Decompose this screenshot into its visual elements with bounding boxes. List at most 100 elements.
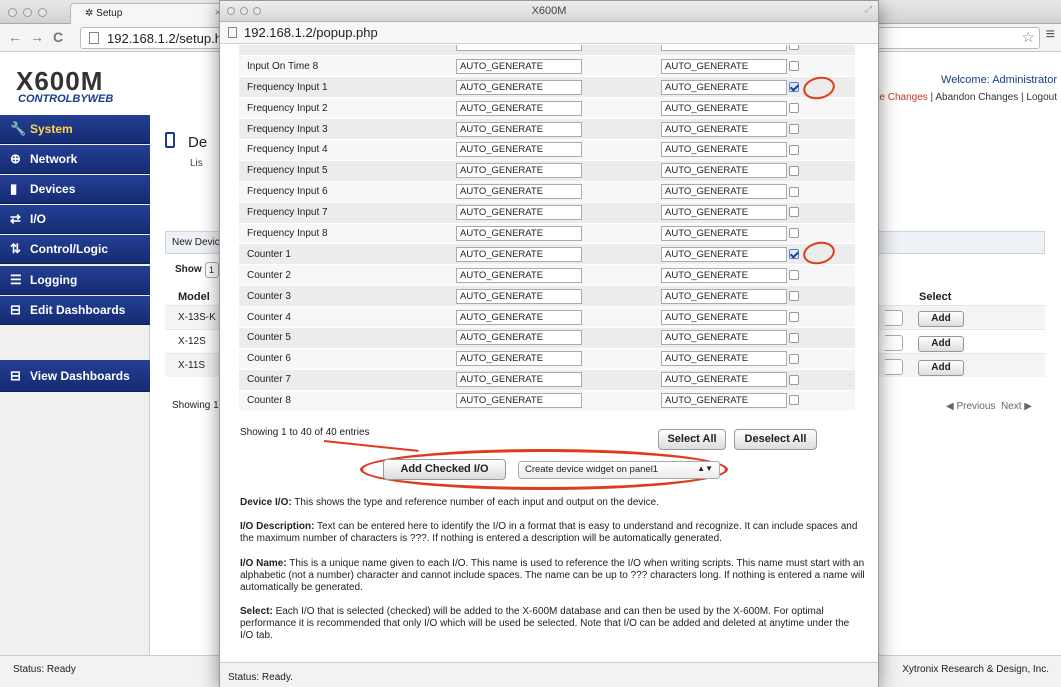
select-all-button[interactable]: Select All [658,429,726,450]
io-name-input[interactable]: AUTO_GENERATE [661,142,787,158]
model-field-edge[interactable] [885,335,903,351]
io-description-input[interactable]: AUTO_GENERATE [456,393,582,409]
io-name-input[interactable]: AUTO_GENERATE [661,267,787,283]
io-name-input[interactable]: AUTO_GENERATE [661,100,787,116]
io-description-input[interactable]: AUTO_GENERATE [456,288,582,304]
io-description-input[interactable]: AUTO_GENERATE [456,309,582,325]
io-select-checkbox[interactable] [789,353,799,364]
browser-menu-icon[interactable]: ≡ [1046,26,1055,44]
io-select-checkbox[interactable] [789,374,799,385]
io-name-input[interactable] [661,45,787,52]
io-select-checkbox[interactable] [789,270,799,281]
io-name-cell: Frequency Input 7 [239,202,456,224]
add-checked-io-button[interactable]: Add Checked I/O [383,459,506,480]
popup-close-light[interactable] [227,7,235,15]
io-select-checkbox[interactable] [789,332,799,343]
io-select-checkbox[interactable] [789,249,799,260]
io-name-input[interactable]: AUTO_GENERATE [661,309,787,325]
next-link[interactable]: Next [1001,401,1022,412]
io-select-cell [789,243,855,266]
sidebar-item-logging[interactable]: ☰ Logging [0,266,150,295]
io-select-checkbox[interactable] [789,311,799,322]
sidebar-item-devices[interactable]: ▮ Devices [0,175,150,204]
io-name-input[interactable]: AUTO_GENERATE [661,330,787,346]
io-select-checkbox[interactable] [789,102,799,113]
io-select-checkbox[interactable] [789,123,799,134]
io-description-input[interactable]: AUTO_GENERATE [456,351,582,367]
window-minimize-light[interactable] [23,8,32,17]
io-select-checkbox[interactable] [789,61,799,72]
bookmark-star-icon[interactable]: ☆ [1022,28,1035,46]
sidebar-item-view-dashboards[interactable]: ⊟ View Dashboards [0,360,150,392]
sidebar-item-control-logic[interactable]: ⇅ Control/Logic [0,235,150,264]
io-description-input[interactable]: AUTO_GENERATE [456,205,582,221]
previous-link[interactable]: Previous [956,401,995,412]
io-name-input[interactable]: AUTO_GENERATE [661,205,787,221]
io-description-input[interactable]: AUTO_GENERATE [456,372,582,388]
browser-tab[interactable]: ✲ Setup × [70,3,230,24]
fullscreen-icon[interactable]: ⤢ [865,4,872,15]
io-description-cell: AUTO_GENERATE [456,243,661,266]
io-description-input[interactable]: AUTO_GENERATE [456,330,582,346]
io-description-input[interactable]: AUTO_GENERATE [456,184,582,200]
model-field-edge[interactable] [885,359,903,375]
io-description-cell: AUTO_GENERATE [456,264,661,287]
io-name-input[interactable]: AUTO_GENERATE [661,372,787,388]
io-name-input[interactable]: AUTO_GENERATE [661,225,787,241]
sidebar-item-system[interactable]: 🔧 System [0,115,150,144]
io-description-input[interactable]: AUTO_GENERATE [456,58,582,74]
io-description-input[interactable] [456,45,582,52]
abandon-changes-link[interactable]: Abandon Changes [935,92,1018,103]
io-name-input[interactable]: AUTO_GENERATE [661,246,787,262]
logout-link[interactable]: Logout [1026,92,1057,103]
io-description-input[interactable]: AUTO_GENERATE [456,246,582,262]
io-description-input[interactable]: AUTO_GENERATE [456,142,582,158]
io-name-input-cell: AUTO_GENERATE [661,306,831,328]
io-description-input[interactable]: AUTO_GENERATE [456,121,582,137]
popup-zoom-light[interactable] [253,7,261,15]
add-device-button[interactable]: Add [918,311,964,327]
io-description-input[interactable]: AUTO_GENERATE [456,163,582,179]
sidebar-item-edit-dashboards[interactable]: ⊟ Edit Dashboards [0,296,150,325]
entries-per-page-select[interactable]: 1 [205,262,219,278]
widget-panel-select[interactable]: Create device widget on panel1 ▲▼ [518,461,720,479]
io-select-checkbox[interactable] [789,207,799,218]
io-select-checkbox[interactable] [789,186,799,197]
io-select-checkbox[interactable] [789,45,799,51]
io-name-input[interactable]: AUTO_GENERATE [661,393,787,409]
forward-arrow-icon[interactable]: → [30,29,44,45]
io-name-input[interactable]: AUTO_GENERATE [661,79,787,95]
io-select-checkbox[interactable] [789,144,799,155]
popup-body: Input On Time 8 AUTO_GENERATE AUTO_GENERAT… [220,45,878,662]
window-close-light[interactable] [8,8,17,17]
io-name-input[interactable]: AUTO_GENERATE [661,351,787,367]
io-description-input[interactable]: AUTO_GENERATE [456,267,582,283]
io-description-cell: AUTO_GENERATE [456,181,661,203]
popup-minimize-light[interactable] [240,7,248,15]
io-name-input[interactable]: AUTO_GENERATE [661,288,787,304]
io-description-input[interactable]: AUTO_GENERATE [456,100,582,116]
io-description-input[interactable]: AUTO_GENERATE [456,225,582,241]
reload-icon[interactable]: C [53,29,63,45]
io-select-checkbox[interactable] [789,82,799,93]
add-device-button[interactable]: Add [918,336,964,352]
window-zoom-light[interactable] [38,8,47,17]
io-select-cell [789,369,855,391]
sidebar-item-label: Network [30,152,78,166]
add-device-button[interactable]: Add [918,360,964,376]
io-name-input[interactable]: AUTO_GENERATE [661,163,787,179]
io-select-checkbox[interactable] [789,228,799,239]
sidebar-item-io[interactable]: ⇄ I/O [0,205,150,234]
io-name-input[interactable]: AUTO_GENERATE [661,58,787,74]
sidebar-item-network[interactable]: ⊕ Network [0,145,150,174]
io-select-checkbox[interactable] [789,290,799,301]
io-description-input[interactable]: AUTO_GENERATE [456,79,582,95]
model-field-edge[interactable] [885,310,903,326]
log-icon: ☰ [10,272,22,287]
back-arrow-icon[interactable]: ← [8,29,22,45]
io-select-checkbox[interactable] [789,165,799,176]
io-name-input[interactable]: AUTO_GENERATE [661,184,787,200]
io-select-checkbox[interactable] [789,395,799,406]
deselect-all-button[interactable]: Deselect All [734,429,817,450]
io-name-input[interactable]: AUTO_GENERATE [661,121,787,137]
